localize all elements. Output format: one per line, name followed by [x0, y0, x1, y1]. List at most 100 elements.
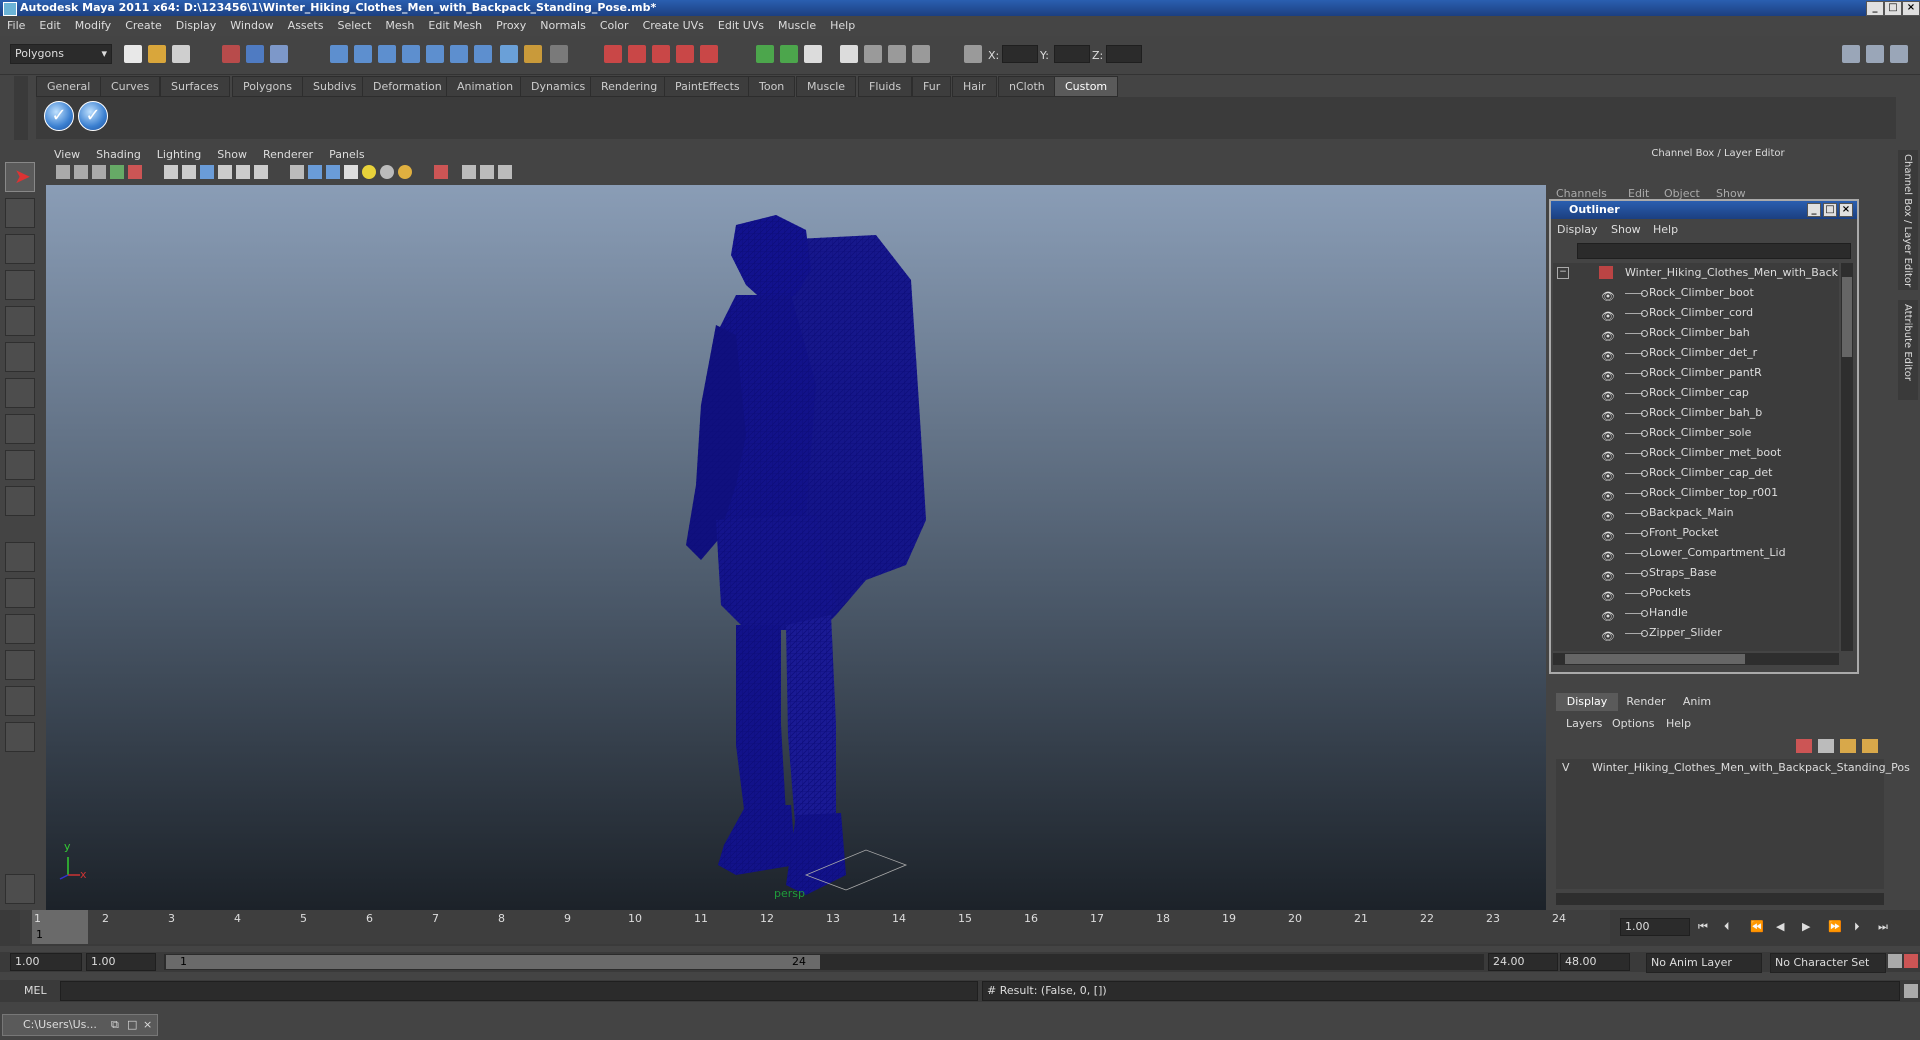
construction-history-icon[interactable]: [550, 45, 568, 63]
menu-muscle[interactable]: Muscle: [771, 16, 823, 36]
play-forward-icon[interactable]: ▶: [1802, 920, 1810, 933]
viewport-menu-view[interactable]: View: [46, 147, 88, 163]
outliner-close-button[interactable]: ×: [1839, 203, 1853, 217]
current-time-field[interactable]: 1.00: [1620, 918, 1690, 936]
outliner-menu-display[interactable]: Display: [1557, 223, 1598, 236]
xray-icon[interactable]: [462, 165, 476, 179]
snap-live-icon[interactable]: [450, 45, 468, 63]
default-light-icon[interactable]: [362, 165, 376, 179]
range-slider[interactable]: 1 24: [164, 954, 1484, 970]
shelf-tab-fluids[interactable]: Fluids: [858, 76, 913, 97]
menu-assets[interactable]: Assets: [281, 16, 331, 36]
time-ruler[interactable]: 1 1 2 3 4 5 6 7 8 9 10 11 12 13 14 15 16…: [20, 910, 1610, 944]
wireframe-on-shaded-icon[interactable]: [326, 165, 340, 179]
menu-window[interactable]: Window: [223, 16, 280, 36]
save-scene-icon[interactable]: [172, 45, 190, 63]
maximize-button[interactable]: □: [1884, 1, 1902, 16]
grid-toggle-icon[interactable]: [164, 165, 178, 179]
custom-layout-icon[interactable]: [5, 722, 35, 752]
step-forward-frame-icon[interactable]: ⏵: [1854, 920, 1860, 934]
outliner-layout-icon[interactable]: [5, 614, 35, 644]
shelf-tab-surfaces[interactable]: Surfaces: [160, 76, 230, 97]
xray-components-icon[interactable]: [498, 165, 512, 179]
select-by-component-icon[interactable]: [270, 45, 288, 63]
outliner-item[interactable]: 👁 Front_Pocket: [1553, 523, 1839, 543]
graph-editor-layout-icon[interactable]: [5, 650, 35, 680]
input-line-icon[interactable]: [756, 45, 774, 63]
hypershade-layout-icon[interactable]: [5, 686, 35, 716]
select-by-object-icon[interactable]: [246, 45, 264, 63]
menu-create-uvs[interactable]: Create UVs: [636, 16, 711, 36]
menu-file[interactable]: File: [0, 16, 32, 36]
outliner-item[interactable]: 👁 Rock_Climber_boot: [1553, 283, 1839, 303]
snap-surface-icon[interactable]: [426, 45, 444, 63]
lock-icon[interactable]: [524, 45, 542, 63]
shelf-tab-subdivs[interactable]: Subdivs: [302, 76, 368, 97]
resolution-gate-icon[interactable]: [200, 165, 214, 179]
z-field[interactable]: [1106, 45, 1142, 63]
outliner-item[interactable]: 👁 Rock_Climber_cap_det: [1553, 463, 1839, 483]
viewport-menu-renderer[interactable]: Renderer: [255, 147, 321, 163]
viewport-menu-show[interactable]: Show: [209, 147, 255, 163]
outliner-root-item[interactable]: − Winter_Hiking_Clothes_Men_with_Backpac…: [1553, 263, 1839, 283]
layer-menu-layers[interactable]: Layers: [1566, 717, 1602, 730]
new-scene-icon[interactable]: [124, 45, 142, 63]
camera-select-icon[interactable]: [56, 165, 70, 179]
snap-view-icon[interactable]: [402, 45, 420, 63]
playback-start-field[interactable]: 1.00: [86, 953, 156, 971]
close-button[interactable]: ×: [1902, 1, 1920, 16]
render-settings-icon[interactable]: [652, 45, 670, 63]
shelf-tab-general[interactable]: General: [36, 76, 102, 97]
layer-tab-render[interactable]: Render: [1620, 693, 1672, 711]
layer-move-down-icon[interactable]: [1862, 739, 1878, 753]
time-slider[interactable]: 1 1 2 3 4 5 6 7 8 9 10 11 12 13 14 15 16…: [0, 910, 1920, 946]
side-tab-attribute-editor[interactable]: Attribute Editor: [1898, 300, 1918, 400]
toggle-attribute-editor-icon[interactable]: [1842, 45, 1860, 63]
isolate-select-icon[interactable]: [434, 165, 448, 179]
viewport-menu-lighting[interactable]: Lighting: [149, 147, 209, 163]
textured-icon[interactable]: [344, 165, 358, 179]
outliner-item[interactable]: 👁 Rock_Climber_met_boot: [1553, 443, 1839, 463]
side-tab-channel-box[interactable]: Channel Box / Layer Editor: [1898, 150, 1918, 290]
last-tool-icon[interactable]: [5, 486, 35, 516]
x-field[interactable]: [1002, 45, 1038, 63]
panel-layout-icon[interactable]: [840, 45, 858, 63]
shelf-tab-animation[interactable]: Animation: [446, 76, 525, 97]
image-plane-icon[interactable]: [110, 165, 124, 179]
menu-edit-uvs[interactable]: Edit UVs: [711, 16, 771, 36]
outliner-scroll-thumb[interactable]: [1842, 277, 1852, 357]
menu-edit-mesh[interactable]: Edit Mesh: [421, 16, 489, 36]
viewport-menu-panels[interactable]: Panels: [321, 147, 372, 163]
panel-layout-3-icon[interactable]: [888, 45, 906, 63]
collapse-icon[interactable]: −: [1557, 267, 1569, 279]
outliner-title-bar[interactable]: Outliner _ □ ×: [1551, 201, 1857, 219]
start-time-field[interactable]: 1.00: [10, 953, 82, 971]
step-forward-key-icon[interactable]: ⏩: [1828, 920, 1842, 933]
menu-set-select[interactable]: Polygons ▾: [10, 44, 112, 64]
new-layer-selected-icon[interactable]: [1818, 739, 1834, 753]
menu-mesh[interactable]: Mesh: [378, 16, 421, 36]
field-chart-icon[interactable]: [236, 165, 250, 179]
end-time-field[interactable]: 48.00: [1560, 953, 1630, 971]
panel-layout-2-icon[interactable]: [864, 45, 882, 63]
layer-visibility-toggle[interactable]: V: [1562, 761, 1570, 774]
shelf-tab-deformation[interactable]: Deformation: [362, 76, 453, 97]
shelf-tab-ncloth[interactable]: nCloth: [998, 76, 1056, 97]
shadows-icon[interactable]: [398, 165, 412, 179]
play-backward-icon[interactable]: ◀: [1776, 920, 1784, 933]
smooth-shade-icon[interactable]: [308, 165, 322, 179]
menu-display[interactable]: Display: [169, 16, 224, 36]
outliner-hscroll-thumb[interactable]: [1565, 654, 1745, 664]
outliner-item[interactable]: 👁 Rock_Climber_bah: [1553, 323, 1839, 343]
rotate-tool-icon[interactable]: [5, 306, 35, 336]
mel-label[interactable]: MEL: [24, 984, 47, 997]
outliner-item[interactable]: 👁 Rock_Climber_cord: [1553, 303, 1839, 323]
outliner-item[interactable]: 👁 Rock_Climber_top_r001: [1553, 483, 1839, 503]
menu-color[interactable]: Color: [593, 16, 636, 36]
restore-icon[interactable]: ⧉: [111, 1018, 119, 1032]
anim-layer-select[interactable]: No Anim Layer: [1646, 953, 1762, 973]
outliner-menu-help[interactable]: Help: [1653, 223, 1678, 236]
outliner-item[interactable]: 👁 Rock_Climber_pantR: [1553, 363, 1839, 383]
help-icon[interactable]: [500, 45, 518, 63]
render-view-icon[interactable]: [700, 45, 718, 63]
